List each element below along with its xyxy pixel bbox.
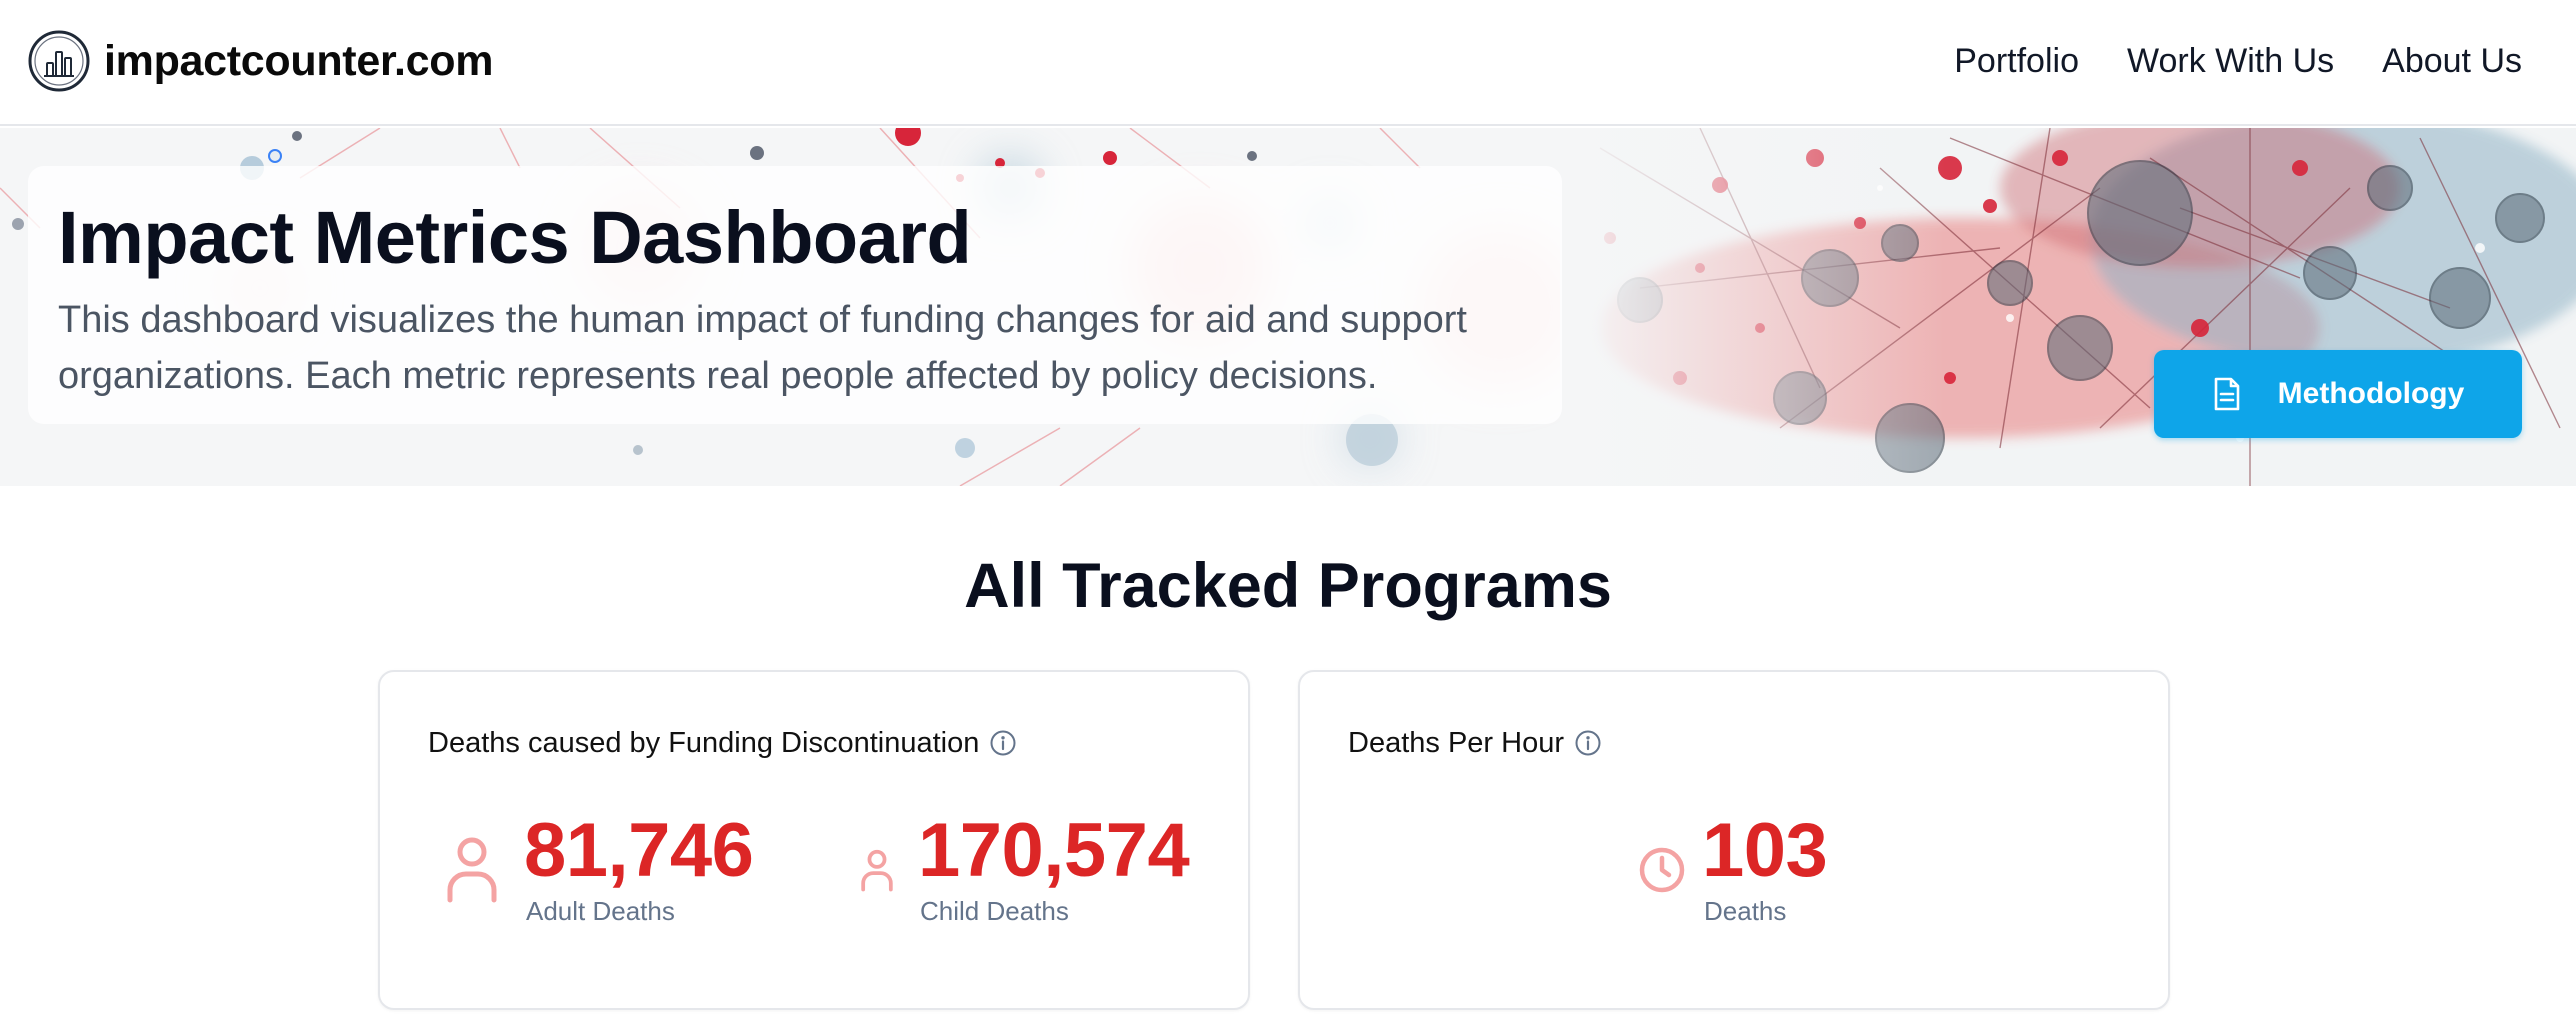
document-icon (2214, 377, 2239, 411)
program-card-deaths-per-hour: Deaths Per Hour 103 Deaths (1298, 670, 2170, 1010)
page-title: Impact Metrics Dashboard (58, 196, 972, 279)
child-deaths-value: 170,574 (918, 808, 1190, 893)
card-title: Deaths caused by Funding Discontinuation (428, 727, 980, 759)
deaths-per-hour-value: 103 (1702, 808, 1828, 893)
card-header: Deaths Per Hour (1348, 724, 1602, 762)
clock-icon (1639, 847, 1685, 893)
main-nav: Portfolio Work With Us About Us (1954, 36, 2522, 86)
nav-work-with-us-link[interactable]: Work With Us (2127, 36, 2334, 86)
adult-deaths-value: 81,746 (524, 808, 754, 893)
adult-person-icon (447, 837, 497, 903)
hero-banner: Impact Metrics Dashboard This dashboard … (0, 128, 2576, 486)
brand-name[interactable]: impactcounter.com (104, 34, 493, 88)
card-title: Deaths Per Hour (1348, 727, 1564, 759)
methodology-button[interactable]: Methodology (2154, 350, 2522, 438)
adult-deaths-label: Adult Deaths (526, 896, 675, 926)
card-header: Deaths caused by Funding Discontinuation (428, 724, 1017, 762)
logo-icon[interactable] (28, 30, 90, 92)
info-icon[interactable] (1574, 729, 1602, 757)
child-person-icon (861, 849, 893, 892)
child-deaths-label: Child Deaths (920, 896, 1069, 926)
info-icon[interactable] (989, 729, 1017, 757)
site-header: impactcounter.com Portfolio Work With Us… (0, 0, 2576, 126)
section-title: All Tracked Programs (964, 551, 1612, 621)
program-card-funding-discontinuation: Deaths caused by Funding Discontinuation… (378, 670, 1250, 1010)
methodology-button-label: Methodology (2277, 377, 2465, 410)
nav-portfolio-link[interactable]: Portfolio (1954, 36, 2079, 86)
nav-about-us-link[interactable]: About Us (2382, 36, 2522, 86)
hero-description: This dashboard visualizes the human impa… (58, 299, 1467, 397)
deaths-per-hour-label: Deaths (1704, 896, 1787, 926)
